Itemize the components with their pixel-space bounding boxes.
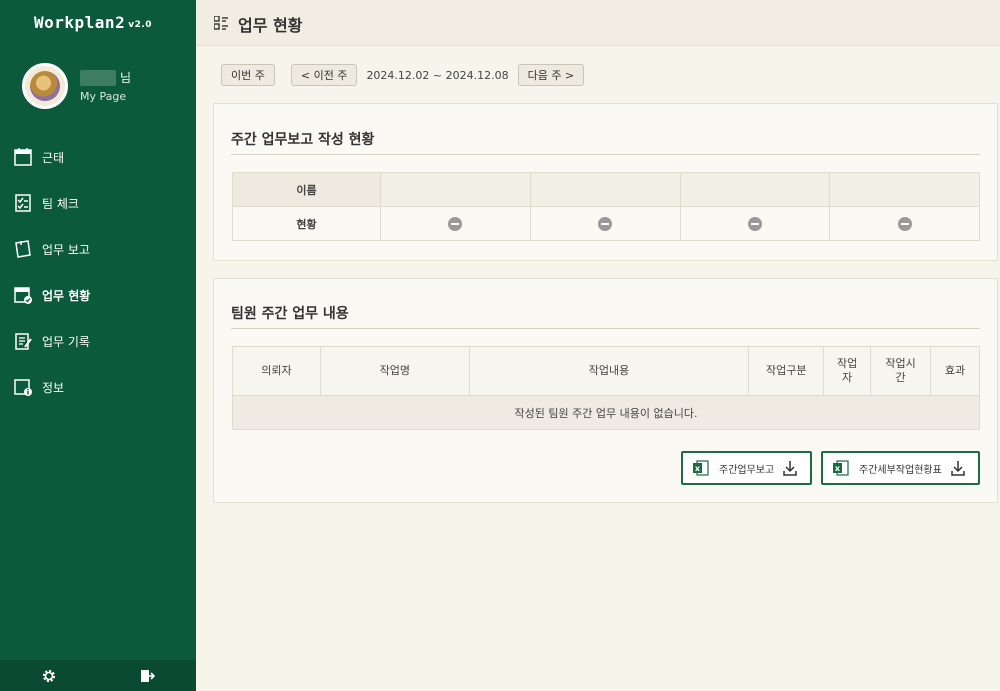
column-header-worker: 작업 자 [823,346,872,396]
download-icon [951,461,965,476]
name-redaction [80,69,116,86]
brand-logo[interactable]: Workplan2 v2.0 [34,13,152,32]
team-tasks-table: 의뢰자 작업명 작업내용 작업구분 작업 자 작업시 간 효과 작성된 팀원 주… [232,346,980,430]
table-row: 작성된 팀원 주간 업무 내용이 없습니다. [232,395,980,430]
next-week-button[interactable]: 다음 주 > [517,64,585,86]
empty-message: 작성된 팀원 주간 업무 내용이 없습니다. [232,395,980,430]
button-label: 주간업무보고 [719,464,775,476]
sidebar-item-label: 정보 [42,380,65,395]
section-title: 주간 업무보고 작성 현황 [231,132,375,148]
svg-text:x: x [835,464,841,473]
sidebar-footer [0,660,196,691]
status-cell [380,206,531,241]
avatar[interactable] [22,63,68,109]
column-header-requester: 의뢰자 [232,346,321,396]
settings-button[interactable] [39,666,59,686]
member-name-cell [380,172,531,207]
table-row: 현황 [232,206,980,241]
minus-circle-icon [598,216,613,231]
mypage-link[interactable]: My Page [80,90,131,103]
button-label: 주간세부작업현황표 [859,464,942,476]
member-name-cell [829,172,980,207]
gear-icon [42,669,56,682]
calendar-check-icon [14,287,32,304]
logout-button[interactable] [137,666,157,686]
divider [231,154,980,155]
sidebar-item-info[interactable]: 정보 [0,364,196,410]
page-header: 업무 현황 [196,0,1000,46]
svg-text:x: x [695,464,701,473]
member-name-cell [679,172,831,207]
table-row: 이름 [232,172,980,207]
weekly-report-status-panel: 주간 업무보고 작성 현황 이름 현황 [213,103,998,261]
logout-icon [141,669,155,682]
divider [231,328,980,329]
report-icon [15,240,31,258]
status-cell [829,206,980,241]
page-title: 업무 현황 [238,16,303,35]
calendar-icon [14,148,32,166]
column-header-work-time: 작업시 간 [870,346,931,396]
sidebar-item-work-report[interactable]: 업무 보고 [0,226,196,272]
sidebar-item-work-status[interactable]: 업무 현황 [0,272,196,318]
section-title: 팀원 주간 업무 내용 [231,306,349,322]
excel-icon: x [833,460,849,476]
list-icon [214,16,228,30]
status-cell [529,206,681,241]
status-cell [679,206,831,241]
sidebar-item-work-log[interactable]: 업무 기록 [0,318,196,364]
sidebar-item-attendance[interactable]: 근태 [0,134,196,180]
sidebar: Workplan2 v2.0 님 My Page 근태 팀 체크 업무 보고 업무… [0,0,196,691]
weekly-report-download-button[interactable]: x 주간업무보고 [681,451,812,485]
profile-name: 님 [80,69,131,86]
weekly-status-table: 이름 현황 [232,172,980,241]
brand-name: Workplan2 [34,13,126,32]
download-icon [783,461,797,476]
notes-icon [15,333,32,350]
sidebar-item-label: 업무 현황 [42,288,91,303]
sidebar-item-label: 근태 [42,150,65,165]
table-header-row: 의뢰자 작업명 작업내용 작업구분 작업 자 작업시 간 효과 [232,346,980,396]
column-header-effect: 효과 [930,346,980,396]
sidebar-item-label: 팀 체크 [42,196,79,211]
prev-week-button[interactable]: < 이전 주 [290,64,358,86]
minus-circle-icon [747,216,762,231]
column-header-task-content: 작업내용 [468,346,750,396]
column-header-task-name: 작업명 [319,346,470,396]
checklist-icon [15,194,31,212]
date-range: 2024.12.02 ~ 2024.12.08 [366,68,509,82]
sidebar-item-label: 업무 보고 [42,242,90,257]
sidebar-item-team-check[interactable]: 팀 체크 [0,180,196,226]
minus-circle-icon [448,216,463,231]
row-header-name: 이름 [232,172,381,207]
sidebar-nav: 근태 팀 체크 업무 보고 업무 현황 업무 기록 정보 [0,134,196,410]
profile[interactable]: 님 My Page [22,63,131,109]
excel-icon: x [693,460,709,476]
brand-version: v2.0 [128,20,153,30]
weekly-detail-download-button[interactable]: x 주간세부작업현황표 [821,451,980,485]
name-suffix: 님 [120,71,132,85]
minus-circle-icon [897,216,912,231]
sidebar-item-label: 업무 기록 [42,334,90,349]
row-header-status: 현황 [232,206,381,241]
this-week-button[interactable]: 이번 주 [221,64,275,86]
member-name-cell [529,172,681,207]
column-header-task-type: 작업구분 [748,346,825,396]
week-navigation: 이번 주 < 이전 주 2024.12.02 ~ 2024.12.08 다음 주… [221,64,585,86]
info-icon [14,379,32,396]
